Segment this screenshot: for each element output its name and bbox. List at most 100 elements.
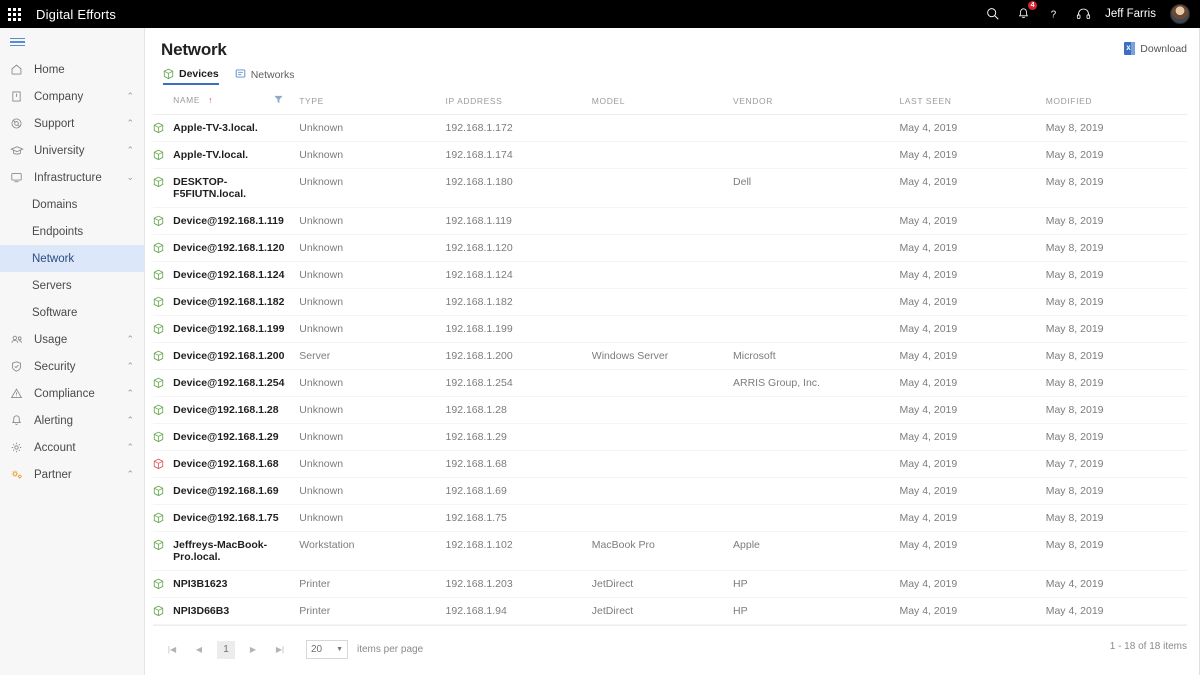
sidebar-item-compliance[interactable]: Compliance ⌃: [0, 380, 144, 407]
device-status-icon: [153, 369, 174, 397]
bell-icon[interactable]: 4: [1015, 1, 1038, 22]
table-row[interactable]: Device@192.168.1.199 Unknown 192.168.1.199…: [153, 315, 1187, 343]
table-row[interactable]: Device@192.168.1.68 Unknown 192.168.1.68 Ma…: [153, 450, 1187, 478]
sidebar-item-endpoints[interactable]: Endpoints: [0, 218, 144, 245]
td-last-seen: May 4, 2019: [899, 597, 1046, 625]
table-row[interactable]: Device@192.168.1.75 Unknown 192.168.1.75 Ma…: [153, 504, 1187, 532]
tab-list: Devices Networks: [161, 68, 1183, 85]
sidebar-item-servers[interactable]: Servers: [0, 272, 144, 299]
items-per-page-label: items per page: [357, 644, 424, 655]
device-status-icon: [153, 141, 174, 169]
th-ip-address[interactable]: IP ADDRESS: [445, 85, 592, 115]
next-page-button[interactable]: ▶: [244, 641, 262, 659]
table-row[interactable]: Device@192.168.1.182 Unknown 192.168.1.182…: [153, 288, 1187, 316]
previous-page-button[interactable]: ◀: [190, 641, 208, 659]
sidebar-item-alerting[interactable]: Alerting ⌃: [0, 407, 144, 434]
td-type: Unknown: [299, 141, 446, 169]
sidebar-item-home[interactable]: Home: [0, 56, 144, 83]
th-vendor[interactable]: VENDOR: [733, 85, 900, 115]
th-type[interactable]: TYPE: [299, 85, 446, 115]
table-row[interactable]: Device@192.168.1.124 Unknown 192.168.1.124…: [153, 261, 1187, 289]
sidebar-item-security[interactable]: Security ⌃: [0, 353, 144, 380]
filter-icon[interactable]: [274, 95, 283, 106]
td-modified: May 4, 2019: [1045, 570, 1187, 598]
sidebar-item-account[interactable]: Account ⌃: [0, 434, 144, 461]
sidebar-item-software[interactable]: Software: [0, 299, 144, 326]
sidebar-item-domains[interactable]: Domains: [0, 191, 144, 218]
chevron-up-icon[interactable]: ⌃: [126, 443, 134, 452]
table-row[interactable]: Device@192.168.1.200 Server 192.168.1.200 W…: [153, 342, 1187, 370]
chevron-up-icon[interactable]: ⌃: [126, 362, 134, 371]
page-number-1[interactable]: 1: [217, 640, 235, 659]
chevron-down-icon[interactable]: ⌄: [126, 173, 134, 182]
network-icon: [235, 68, 246, 82]
table-row[interactable]: Device@192.168.1.69 Unknown 192.168.1.69 Ma…: [153, 477, 1187, 505]
chevron-up-icon[interactable]: ⌃: [126, 92, 134, 101]
td-last-seen: May 4, 2019: [899, 477, 1046, 505]
sidebar-item-label: Infrastructure: [34, 171, 102, 184]
page-title: Network: [161, 40, 227, 59]
home-icon: [10, 63, 30, 76]
table-row[interactable]: Device@192.168.1.120 Unknown 192.168.1.120…: [153, 234, 1187, 262]
td-vendor: Microsoft: [733, 342, 900, 370]
table-row[interactable]: NPI3D66B3 Printer 192.168.1.94 JetDirect HP M…: [153, 597, 1187, 625]
app-grid-icon[interactable]: [0, 7, 28, 21]
td-ip-address: 192.168.1.203: [445, 570, 592, 598]
chevron-down-icon: ▼: [336, 646, 343, 653]
th-modified[interactable]: MODIFIED: [1045, 85, 1187, 115]
table-row[interactable]: Device@192.168.1.119 Unknown 192.168.1.119…: [153, 207, 1187, 235]
last-page-button[interactable]: ▶|: [271, 641, 289, 659]
device-status-icon: [153, 234, 174, 262]
th-name[interactable]: NAME ↑: [173, 85, 300, 115]
user-name[interactable]: Jeff Farris: [1105, 8, 1156, 20]
tab-devices[interactable]: Devices: [163, 68, 219, 85]
table-row[interactable]: Device@192.168.1.29 Unknown 192.168.1.29 Ma…: [153, 423, 1187, 451]
td-modified: May 8, 2019: [1045, 315, 1187, 343]
sidebar-item-partner[interactable]: Partner ⌃: [0, 461, 144, 488]
table-row[interactable]: Apple-TV-3.local. Unknown 192.168.1.172 May…: [153, 114, 1187, 142]
td-last-seen: May 4, 2019: [899, 396, 1046, 424]
avatar[interactable]: [1170, 4, 1190, 24]
sidebar-item-support[interactable]: Support ⌃: [0, 110, 144, 137]
chevron-up-icon[interactable]: ⌃: [126, 335, 134, 344]
chevron-up-icon[interactable]: ⌃: [126, 470, 134, 479]
page-size-select[interactable]: 20 ▼: [306, 640, 348, 659]
device-status-icon: [153, 288, 174, 316]
td-model: [591, 261, 734, 289]
td-modified: May 8, 2019: [1045, 261, 1187, 289]
th-last-seen[interactable]: LAST SEEN: [899, 85, 1046, 115]
td-type: Workstation: [299, 531, 446, 571]
td-last-seen: May 4, 2019: [899, 207, 1046, 235]
th-status: [153, 85, 174, 115]
chevron-up-icon[interactable]: ⌃: [126, 416, 134, 425]
svg-text:?: ?: [1050, 10, 1056, 21]
chevron-up-icon[interactable]: ⌃: [126, 119, 134, 128]
table-row[interactable]: Jeffreys-MacBook-Pro.local. Workstation 19…: [153, 531, 1187, 571]
td-name: Apple-TV-3.local.: [173, 114, 300, 142]
headset-icon[interactable]: [1075, 6, 1091, 22]
question-mark-icon[interactable]: ?: [1045, 6, 1061, 22]
th-model[interactable]: MODEL: [591, 85, 734, 115]
table-row[interactable]: DESKTOP-F5FIUTN.local. Unknown 192.168.1.1…: [153, 168, 1187, 208]
sidebar-item-company[interactable]: Company ⌃: [0, 83, 144, 110]
table-row[interactable]: Device@192.168.1.28 Unknown 192.168.1.28 Ma…: [153, 396, 1187, 424]
table-row[interactable]: NPI3B1623 Printer 192.168.1.203 JetDirect HP…: [153, 570, 1187, 598]
table-row[interactable]: Device@192.168.1.254 Unknown 192.168.1.254…: [153, 369, 1187, 397]
sort-ascending-icon[interactable]: ↑: [208, 95, 213, 105]
device-status-icon: [153, 477, 174, 505]
td-type: Unknown: [299, 207, 446, 235]
lifering-icon: [10, 117, 30, 130]
chevron-up-icon[interactable]: ⌃: [126, 146, 134, 155]
first-page-button[interactable]: |◀: [163, 641, 181, 659]
download-button[interactable]: Download: [1124, 42, 1187, 55]
sidebar-item-network[interactable]: Network: [0, 245, 144, 272]
search-icon[interactable]: [985, 6, 1001, 22]
td-model: [591, 207, 734, 235]
tab-networks[interactable]: Networks: [235, 68, 294, 85]
table-row[interactable]: Apple-TV.local. Unknown 192.168.1.174 May 4…: [153, 141, 1187, 169]
chevron-up-icon[interactable]: ⌃: [126, 389, 134, 398]
sidebar-item-university[interactable]: University ⌃: [0, 137, 144, 164]
hamburger-icon[interactable]: [0, 28, 144, 56]
sidebar-item-infrastructure[interactable]: Infrastructure ⌄: [0, 164, 144, 191]
sidebar-item-usage[interactable]: Usage ⌃: [0, 326, 144, 353]
